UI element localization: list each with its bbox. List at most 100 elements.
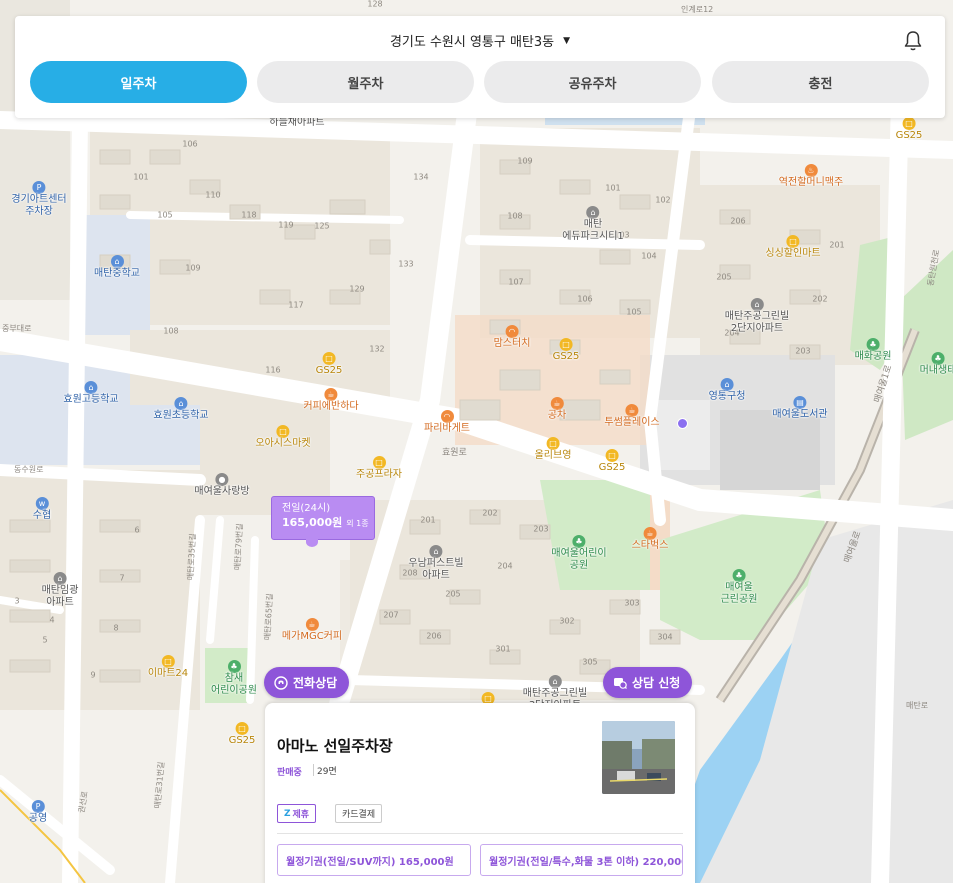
poi-label: 주공프라자 [356, 469, 402, 480]
building-number: 101 [133, 172, 149, 182]
location-selector[interactable]: 경기도 수원시 영통구 매탄3동 ▼ [15, 31, 945, 50]
map-poi[interactable]: ⌂ 매탄 에듀파크시티1 [562, 206, 624, 243]
map-poi[interactable]: ♣ 매화공원 [855, 338, 891, 363]
poi-label: 싱싱할인마트 [765, 248, 821, 259]
building-number: 207 [383, 610, 399, 620]
map-poi[interactable]: ⌂ 영통구청 [708, 378, 746, 403]
tab-charging[interactable]: 충전 [712, 61, 929, 103]
map-poi[interactable]: ♣ 매여울 근린공원 [721, 569, 757, 606]
map-poi[interactable]: ⌂ 매탄임광 아파트 [42, 572, 78, 609]
poi-label: 매탄중학교 [94, 268, 140, 279]
building-number: 108 [507, 211, 523, 221]
marker-extra: 외 1종 [346, 519, 369, 528]
map-poi[interactable]: □ 오아시스마켓 [255, 425, 311, 450]
poi-label: 하늘채아파트 [269, 117, 325, 128]
map-poi[interactable]: ◠ 파리바게트 [424, 410, 470, 435]
status-divider [313, 764, 314, 776]
poi-pin-icon: ● [215, 473, 229, 486]
map-poi[interactable]: □ 이마트24 [148, 655, 188, 680]
partner-logo-icon: Z [284, 808, 291, 819]
building-number: 304 [657, 632, 673, 642]
map-poi[interactable]: ♣ 머내생태 [920, 352, 953, 377]
poi-pin-icon: ☕ [305, 618, 319, 631]
card-divider [277, 833, 683, 834]
ticket-option-2[interactable]: 월정기권(전일/특수,화물 3톤 이하) 220,000원 [480, 844, 683, 876]
map-poi[interactable]: ⌂ 효원초등학교 [153, 397, 209, 422]
parking-price-marker[interactable]: 전일(24시) 165,000원 외 1종 [271, 496, 375, 540]
poi-label: GS25 [228, 735, 256, 746]
consult-icon [613, 676, 627, 690]
tab-shared-parking[interactable]: 공유주차 [484, 61, 701, 103]
building-number: 7 [119, 573, 125, 583]
building-number: 133 [398, 259, 414, 269]
poi-pin-icon: ♣ [866, 338, 880, 351]
map-poi[interactable]: ☕ 공차 [548, 397, 566, 422]
poi-label: 영통구청 [708, 391, 746, 402]
poi-label: 매탄 에듀파크시티1 [562, 219, 624, 242]
map-poi[interactable]: □ 싱싱할인마트 [765, 235, 821, 260]
poi-label: GS25 [598, 462, 626, 473]
map-poi[interactable]: ◠ 맘스터치 [493, 325, 531, 350]
poi-pin-icon: ⌂ [429, 545, 443, 558]
map-poi[interactable]: ● 매여울사랑방 [194, 473, 250, 498]
building-number: 118 [241, 210, 257, 220]
map-poi[interactable]: ⌂ 매탄중학교 [94, 255, 140, 280]
map-poi[interactable]: □GS25 [598, 449, 626, 474]
map-poi[interactable]: □ 주공프라자 [356, 456, 402, 481]
road-label-maetan: 매탄로 [906, 701, 929, 710]
poi-label: 역전할머니맥주 [778, 177, 844, 188]
tab-monthly-parking[interactable]: 월주차 [257, 61, 474, 103]
marker-pointer [306, 537, 318, 547]
bell-icon[interactable] [903, 30, 923, 52]
map-poi[interactable]: P 공영 [29, 800, 47, 825]
map-poi[interactable]: ⌂ 우남퍼스트빌 아파트 [408, 545, 464, 582]
map-poi[interactable]: □GS25 [553, 338, 579, 363]
consult-request-button[interactable]: 상담 신청 [603, 667, 693, 698]
map-poi[interactable]: 하늘채아파트 [269, 117, 324, 129]
map-poi[interactable]: ☕ 스타벅스 [632, 527, 668, 552]
poi-label: 머내생태 [919, 365, 953, 376]
poi-pin-icon: ⌂ [174, 397, 188, 410]
poi-label: GS25 [895, 130, 923, 141]
building-number: 128 [367, 0, 383, 9]
building-number: 105 [157, 210, 173, 220]
poi-pin-icon: ◠ [505, 325, 519, 338]
phone-consult-button[interactable]: 전화상담 [264, 667, 350, 698]
tab-daily-parking[interactable]: 일주차 [30, 61, 247, 103]
map-poi[interactable]: □GS25 [895, 117, 923, 142]
map-poi[interactable]: ♣ 매여울어린이 공원 [551, 535, 607, 572]
building-number: 106 [182, 139, 198, 149]
poi-pin-icon: ♣ [227, 660, 241, 673]
parking-lot-photo[interactable] [602, 721, 675, 794]
map-poi[interactable]: □GS25 [316, 352, 342, 377]
map-poi[interactable]: ▤ 매여울도서관 [772, 396, 828, 421]
building-number: 205 [716, 272, 732, 282]
poi-pin-icon: ⌂ [548, 675, 562, 688]
map-poi[interactable]: w 수협 [33, 497, 51, 522]
poi-pin-icon: ⌂ [84, 381, 98, 394]
poi-pin-icon: P [32, 181, 46, 194]
poi-pin-icon: □ [235, 722, 249, 735]
building-number: 203 [795, 346, 811, 356]
map-poi[interactable]: ⌂ 매탄주공그린빌 2단지아파트 [725, 298, 789, 335]
poi-label: 이마트24 [147, 668, 189, 679]
ticket-option-1[interactable]: 월정기권(전일/SUV까지) 165,000원 [277, 844, 471, 876]
poi-pin-icon: w [35, 497, 49, 510]
building-number: 9 [90, 670, 96, 680]
map-poi[interactable]: P 경기아트센터 주차장 [11, 181, 67, 218]
map-poi[interactable]: ♣ 참새 어린이공원 [211, 660, 257, 697]
building-number: 305 [582, 657, 598, 667]
parking-lot-title: 아마노 선일주차장 [277, 737, 393, 755]
building-number: 109 [517, 156, 533, 166]
map-poi[interactable]: ♨ 역전할머니맥주 [779, 164, 843, 189]
map-poi[interactable]: ⌂ 효원고등학교 [63, 381, 119, 406]
poi-label: 참새 어린이공원 [211, 673, 257, 696]
poi-label: 맘스터치 [493, 338, 531, 349]
map-poi[interactable]: □GS25 [228, 722, 256, 747]
map-poi[interactable]: □ 올리브영 [535, 437, 571, 462]
map-poi[interactable]: ☕ 투썸플레이스 [604, 404, 660, 429]
map-poi[interactable]: ☕ 메가MGC커피 [282, 618, 342, 643]
map-poi[interactable]: ☕ 커피에반하다 [303, 388, 359, 413]
parking-lot-card[interactable]: 아마노 선일주차장 판매중 29면 Z 제휴 카드결제 월정기권(전일/SUV까… [265, 703, 695, 883]
building-number: 107 [508, 277, 524, 287]
